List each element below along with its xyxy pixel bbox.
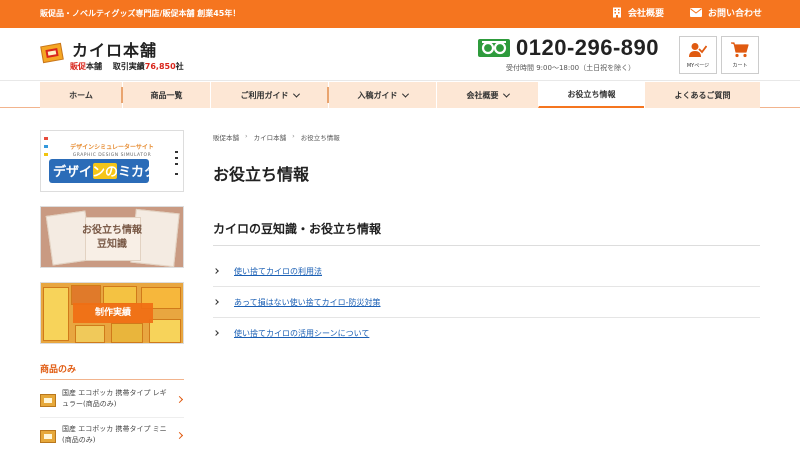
record-suffix: 社 <box>175 62 184 71</box>
breadcrumb: 販促本舗 › カイロ本舗 › お役立ち情報 <box>213 132 340 142</box>
article-link[interactable]: 使い捨てカイロの利用法 <box>234 266 322 277</box>
design-banner-main-text: デザインのミカタ <box>53 165 158 180</box>
top-bar: 販促品・ノベルティグッズ専門店/販促本舗 創業45年！ 会社概要 お問い合わせ <box>0 0 800 28</box>
nav-faq[interactable]: よくあるご質問 <box>644 82 760 108</box>
chevron-right-icon <box>213 330 219 336</box>
main-nav-wrapper: ホーム 商品一覧 ご利用ガイド 入稿ガイド 会社概要 お役立ち情報 よくあるご質… <box>0 80 800 108</box>
site-header: カイロ本舗 販促本舗 取引実績76,850社 0120-296-890 受付時間… <box>0 28 800 80</box>
nav-useful-info[interactable]: お役立ち情報 <box>538 82 644 108</box>
product-package-image <box>103 286 137 304</box>
product-thumbnail <box>40 430 56 443</box>
nav-faq-label: よくあるご質問 <box>674 90 731 100</box>
works-banner[interactable]: 制作実績 <box>40 282 184 344</box>
nav-home[interactable]: ホーム <box>40 82 122 108</box>
main-nav: ホーム 商品一覧 ご利用ガイド 入稿ガイド 会社概要 お役立ち情報 よくあるご質… <box>40 82 760 108</box>
sidebar-product-item[interactable]: 国産 エコポッカ 携帯タイプ ミニ (商品のみ) <box>40 420 184 450</box>
company-link-label: 会社概要 <box>628 9 665 19</box>
nav-separator <box>121 87 123 103</box>
company-link[interactable]: 会社概要 <box>612 6 664 19</box>
sidebar-heading: 商品のみ <box>40 362 184 380</box>
nav-separator <box>327 87 329 103</box>
breadcrumb-separator: › <box>245 132 248 140</box>
cart-button[interactable]: カート <box>721 36 759 74</box>
product-package-image <box>75 325 105 343</box>
building-icon <box>613 7 621 18</box>
nav-usage-guide-label: ご利用ガイド <box>240 90 289 100</box>
section-title: カイロの豆知識・お役立ち情報 <box>213 220 760 246</box>
breadcrumb-current: お役立ち情報 <box>300 134 340 142</box>
useful-banner-line2: 豆知識 <box>97 239 127 250</box>
nav-products[interactable]: 商品一覧 <box>121 82 210 108</box>
logo-icon[interactable] <box>40 40 64 64</box>
chevron-right-icon <box>175 395 184 404</box>
article-link-row[interactable]: あって損はない使い捨てカイロ-防災対策 <box>213 287 760 318</box>
product-package-image <box>111 323 143 343</box>
article-link-row[interactable]: 使い捨てカイロの活用シーンについて <box>213 318 760 349</box>
sidebar-product-name: 国産 エコポッカ 携帯タイプ ミニ (商品のみ) <box>62 425 167 444</box>
sidebar-product-name: 国産 エコポッカ 携帯タイプ レギュラー(商品のみ) <box>62 389 167 408</box>
nav-submission-guide[interactable]: 入稿ガイド <box>327 82 436 108</box>
chevron-right-icon <box>213 268 219 274</box>
article-link[interactable]: あって損はない使い捨てカイロ-防災対策 <box>234 297 381 308</box>
nav-company[interactable]: 会社概要 <box>436 82 538 108</box>
phone-number[interactable]: 0120-296-890 <box>516 35 659 61</box>
chevron-down-icon <box>401 90 409 98</box>
breadcrumb-item[interactable]: カイロ本舗 <box>254 132 287 142</box>
product-package-image <box>71 285 101 305</box>
useful-banner-text: お役立ち情報 豆知識 <box>41 224 183 252</box>
design-banner-top-text: デザインシミュレーターサイト <box>70 144 154 151</box>
product-thumbnail <box>40 394 56 407</box>
nav-usage-guide[interactable]: ご利用ガイド <box>210 82 328 108</box>
nav-submission-guide-label: 入稿ガイド <box>357 90 398 100</box>
user-check-icon <box>689 43 707 57</box>
mypage-label: MYページ <box>686 63 710 69</box>
useful-banner-line1: お役立ち情報 <box>82 225 142 236</box>
site-tagline: 販促品・ノベルティグッズ専門店/販促本舗 創業45年！ <box>40 9 241 18</box>
transaction-record: 取引実績76,850社 <box>113 62 184 71</box>
cart-icon <box>731 42 749 58</box>
chevron-right-icon <box>175 431 184 440</box>
sidebar-product-item[interactable]: 国産 エコポッカ 携帯タイプ レギュラー(商品のみ) <box>40 384 184 418</box>
design-simulator-banner[interactable]: デザインシミュレーターサイト GRAPHIC DESIGN SIMULATOR … <box>40 130 184 192</box>
design-banner-sub-text: GRAPHIC DESIGN SIMULATOR <box>72 153 152 158</box>
nav-home-label: ホーム <box>69 90 93 100</box>
brand-name-red: 販促 <box>70 62 86 71</box>
nav-products-label: 商品一覧 <box>150 90 183 100</box>
mail-icon <box>690 8 702 17</box>
logo-subline: 販促本舗 取引実績76,850社 <box>70 61 184 72</box>
nav-useful-info-label: お役立ち情報 <box>567 89 616 99</box>
freedial-icon <box>478 39 510 57</box>
logo-title[interactable]: カイロ本舗 <box>72 37 157 61</box>
contact-link-label: お問い合わせ <box>708 9 763 19</box>
nav-company-label: 会社概要 <box>466 90 499 100</box>
brand-name-dark: 本舗 <box>86 62 102 71</box>
useful-info-banner[interactable]: お役立ち情報 豆知識 <box>40 206 184 268</box>
contact-link[interactable]: お問い合わせ <box>690 6 762 19</box>
product-package-image <box>43 287 69 341</box>
works-banner-label: 制作実績 <box>73 303 153 323</box>
breadcrumb-item[interactable]: 販促本舗 <box>213 132 239 142</box>
chevron-right-icon <box>213 299 219 305</box>
chevron-down-icon <box>292 90 300 98</box>
article-link-row[interactable]: 使い捨てカイロの利用法 <box>213 256 760 287</box>
mypage-button[interactable]: MYページ <box>679 36 717 74</box>
product-package-image <box>149 319 181 343</box>
chevron-down-icon <box>502 90 510 98</box>
page-title: お役立ち情報 <box>213 165 310 184</box>
article-link[interactable]: 使い捨てカイロの活用シーンについて <box>234 328 369 339</box>
record-prefix: 取引実績 <box>112 62 145 71</box>
phone-hours: 受付時間 9:00～18:00（土日祝を除く） <box>506 64 636 72</box>
record-number: 76,850 <box>144 62 176 71</box>
breadcrumb-separator: › <box>292 132 295 140</box>
cart-label: カート <box>732 63 748 69</box>
